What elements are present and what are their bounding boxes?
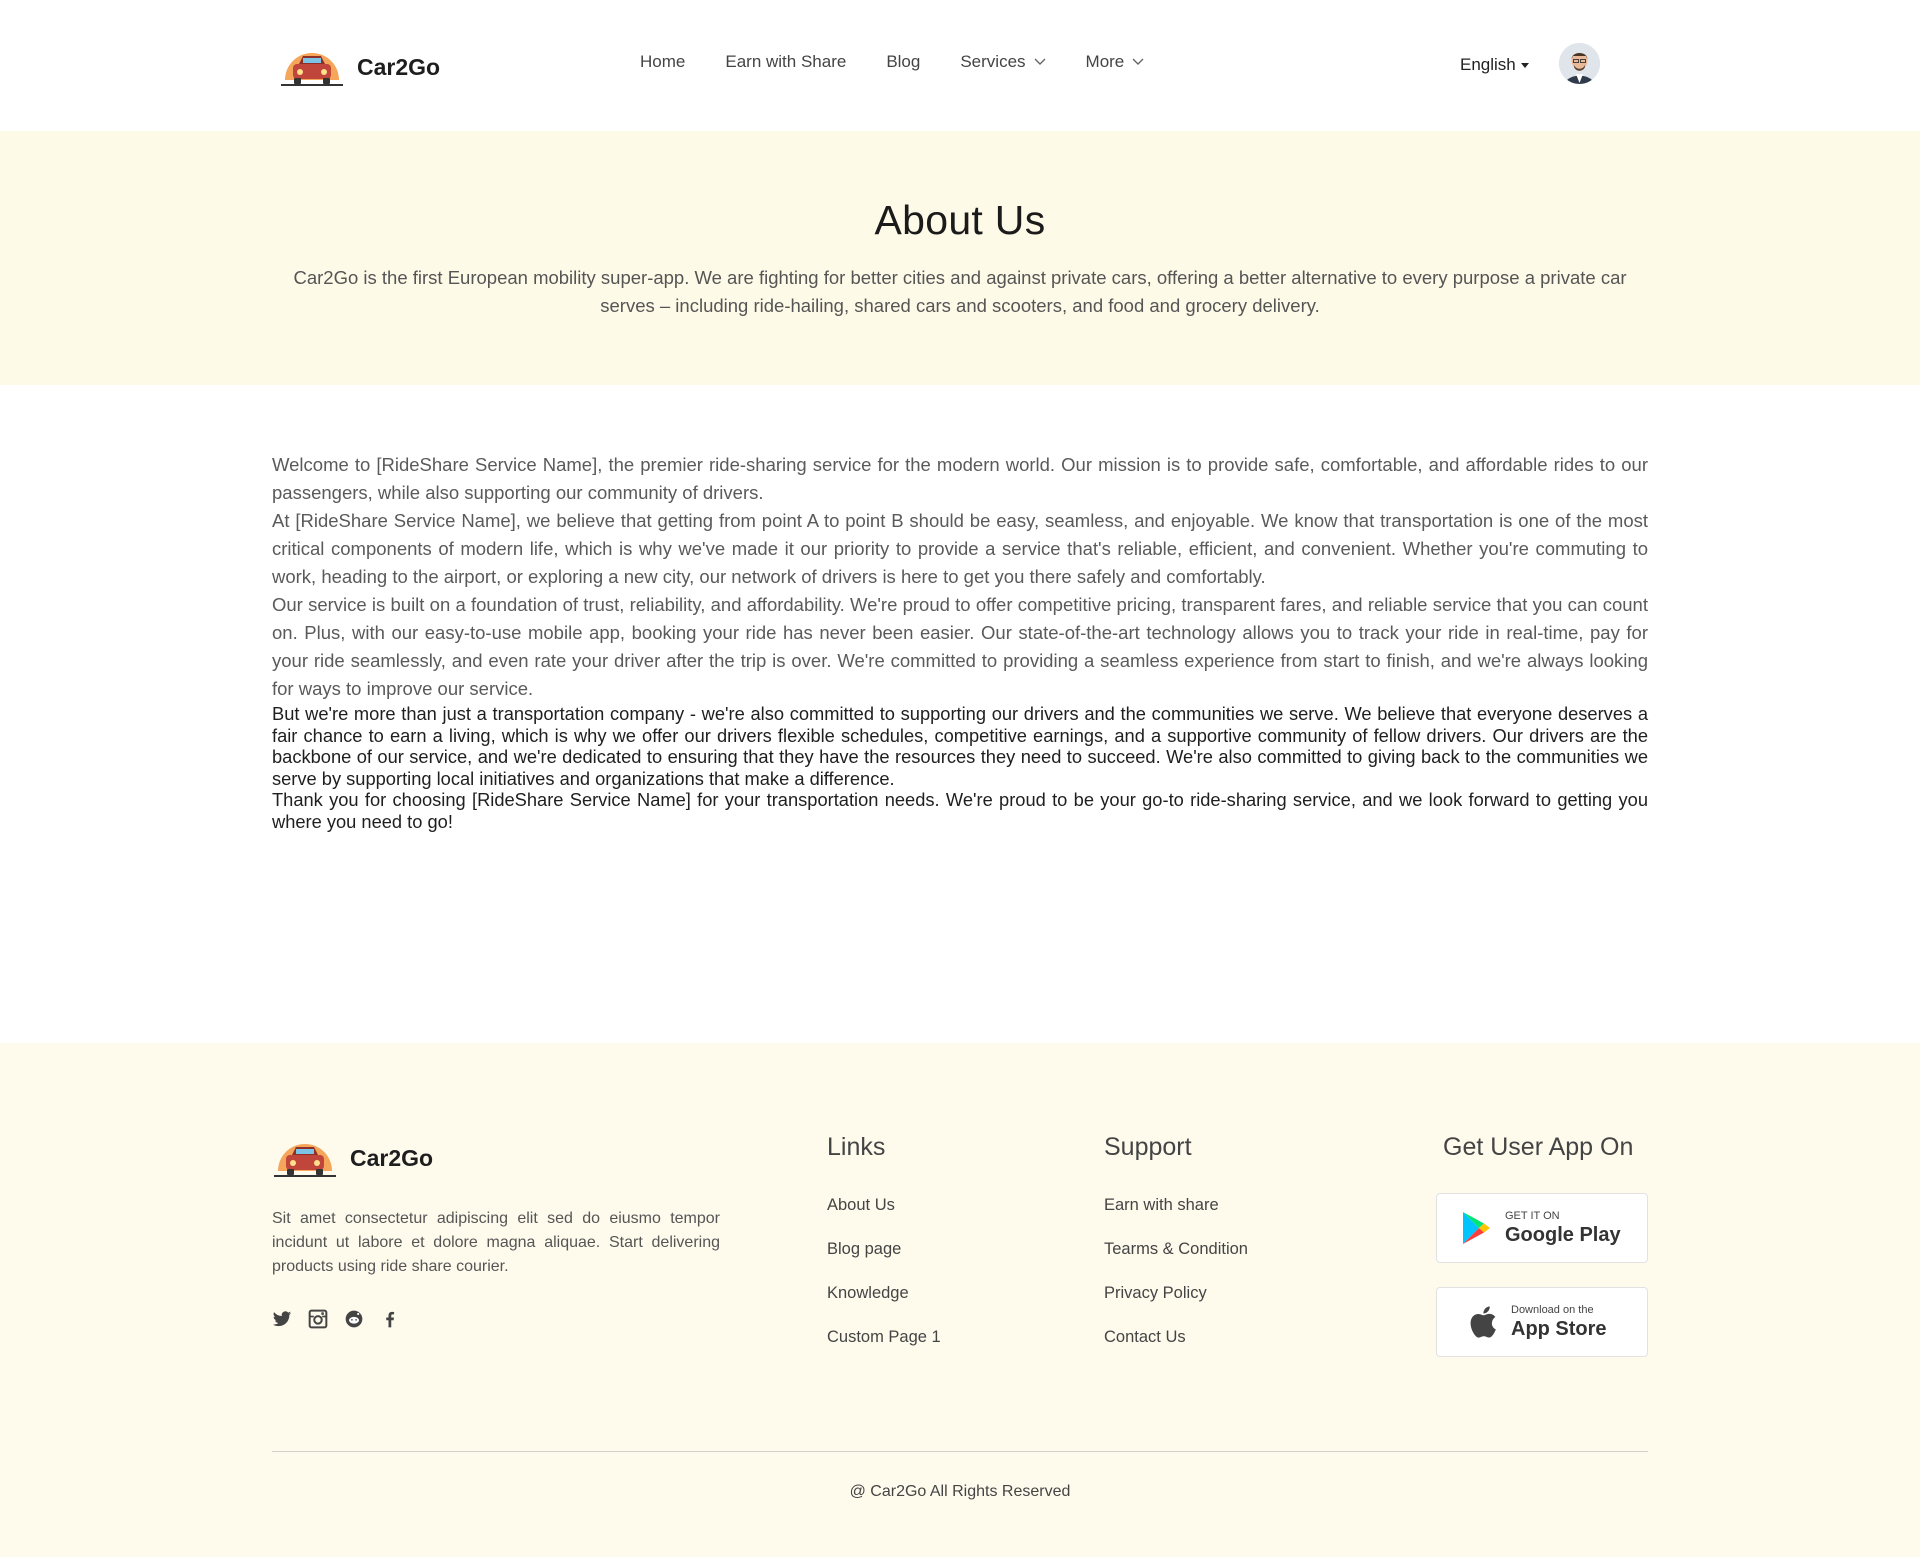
about-paragraph: Welcome to [RideShare Service Name], the…	[272, 454, 1648, 503]
about-paragraph: Thank you for choosing [RideShare Servic…	[272, 789, 1648, 832]
footer-link-custom-page[interactable]: Custom Page 1	[827, 1328, 941, 1372]
footer-link-contact[interactable]: Contact Us	[1104, 1328, 1248, 1372]
links-title: Links	[827, 1133, 886, 1161]
nav-home-label: Home	[640, 52, 686, 71]
nav-services-label: Services	[960, 52, 1026, 71]
brand-name: Car2Go	[357, 53, 441, 80]
twitter-icon[interactable]	[272, 1309, 292, 1329]
car-logo-icon	[272, 1133, 338, 1183]
about-paragraph: But we're more than just a transportatio…	[272, 703, 1648, 789]
footer-brand[interactable]: Car2Go	[272, 1131, 433, 1185]
app-store-button[interactable]: Download on the App Store	[1436, 1287, 1648, 1357]
footer-link-about[interactable]: About Us	[827, 1196, 941, 1240]
google-play-big: Google Play	[1505, 1223, 1621, 1246]
google-play-button[interactable]: GET IT ON Google Play	[1436, 1193, 1648, 1263]
copyright: @ Car2Go All Rights Reserved	[849, 1483, 1071, 1500]
app-store-small: Download on the	[1511, 1303, 1594, 1316]
nav-services[interactable]: Services	[960, 52, 1046, 72]
about-content: Welcome to [RideShare Service Name], the…	[272, 451, 1648, 833]
social-links	[272, 1309, 416, 1329]
nav-earn-with-share[interactable]: Earn with Share	[725, 52, 846, 72]
language-selector[interactable]: English	[1460, 55, 1529, 75]
footer-link-earn[interactable]: Earn with share	[1104, 1196, 1248, 1240]
footer-support-links: Earn with share Tearms & Condition Priva…	[1104, 1196, 1248, 1372]
instagram-icon[interactable]	[308, 1309, 328, 1329]
page-title: About Us	[874, 197, 1046, 243]
nav-home[interactable]: Home	[640, 52, 685, 72]
user-avatar[interactable]	[1559, 43, 1600, 84]
about-paragraph: Our service is built on a foundation of …	[272, 594, 1648, 699]
footer-links: About Us Blog page Knowledge Custom Page…	[827, 1196, 941, 1372]
chevron-down-icon	[1034, 58, 1046, 65]
about-hero: About Us Car2Go is the first European mo…	[0, 131, 1920, 385]
footer-link-blog[interactable]: Blog page	[827, 1240, 941, 1284]
header-brand[interactable]: Car2Go	[279, 40, 440, 94]
nav-more-label: More	[1085, 52, 1125, 71]
nav-earn-label: Earn with Share	[725, 52, 847, 71]
hero-description: Car2Go is the first European mobility su…	[293, 267, 1627, 316]
footer-link-terms[interactable]: Tearms & Condition	[1104, 1240, 1248, 1284]
apple-icon	[1470, 1306, 1496, 1338]
footer-link-privacy[interactable]: Privacy Policy	[1104, 1284, 1248, 1328]
caret-down-icon	[1520, 62, 1529, 68]
google-play-icon	[1463, 1212, 1490, 1244]
site-header: Car2Go Home Earn with Share Blog Service…	[0, 0, 1920, 131]
google-play-small: GET IT ON	[1505, 1209, 1560, 1222]
footer-divider	[272, 1451, 1648, 1452]
main-nav: Home Earn with Share Blog Services More	[640, 52, 1184, 72]
nav-blog-label: Blog	[886, 52, 921, 71]
footer-link-knowledge[interactable]: Knowledge	[827, 1284, 941, 1328]
about-paragraph: At [RideShare Service Name], we believe …	[272, 510, 1648, 587]
nav-blog[interactable]: Blog	[886, 52, 920, 72]
chevron-down-icon	[1132, 58, 1144, 65]
app-title: Get User App On	[1443, 1133, 1634, 1161]
nav-more[interactable]: More	[1086, 52, 1145, 72]
support-title: Support	[1104, 1133, 1192, 1161]
language-label: English	[1460, 55, 1516, 74]
site-footer: Car2Go Sit amet consectetur adipiscing e…	[0, 1043, 1920, 1557]
brand-name: Car2Go	[350, 1144, 434, 1171]
facebook-icon[interactable]	[380, 1309, 400, 1329]
car-logo-icon	[279, 42, 345, 92]
reddit-icon[interactable]	[344, 1309, 364, 1329]
footer-description: Sit amet consectetur adipiscing elit sed…	[272, 1210, 720, 1275]
app-store-big: App Store	[1511, 1317, 1607, 1340]
